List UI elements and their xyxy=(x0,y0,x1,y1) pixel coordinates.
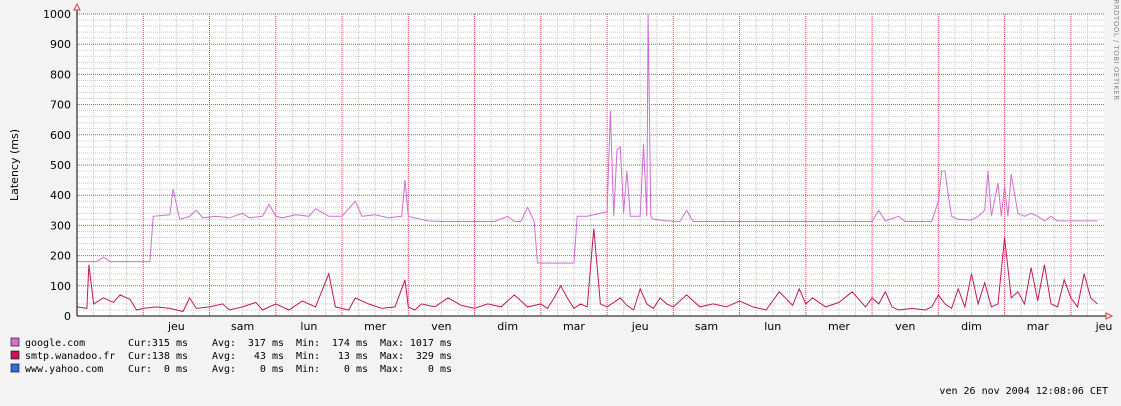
legend-stat-label: Avg: xyxy=(212,364,236,375)
legend-stat-label: Min: xyxy=(296,338,320,349)
legend-stat-label: Max: xyxy=(380,338,404,349)
rrdtool-credit: RRDTOOL / TOBI OETIKER xyxy=(1112,0,1120,101)
legend-stat-value: 13 ms xyxy=(338,351,368,362)
x-tick-label: jeu xyxy=(167,320,185,333)
x-tick-label: sam xyxy=(695,320,718,333)
x-tick-label: ven xyxy=(431,320,451,333)
y-tick-label: 300 xyxy=(50,219,71,232)
legend-stat-label: Avg: xyxy=(212,351,236,362)
legend-stat-value: 138 ms xyxy=(152,351,188,362)
legend-stat-value: 0 ms xyxy=(344,364,368,375)
legend-swatch-smtp-wanadoo-fr xyxy=(10,350,20,360)
y-axis-label: Latency (ms) xyxy=(8,129,21,201)
legend-swatch-www-yahoo-com xyxy=(10,363,20,373)
x-tick-label: sam xyxy=(231,320,254,333)
y-tick-label: 500 xyxy=(50,159,71,172)
legend-stat-value: 329 ms xyxy=(416,351,452,362)
legend-name-smtp-wanadoo-fr: smtp.wanadoo.fr xyxy=(25,351,115,362)
legend-stat-value: 315 ms xyxy=(152,338,188,349)
x-tick-label: ven xyxy=(895,320,915,333)
legend-stat-label: Max: xyxy=(380,351,404,362)
legend-stat-label: Max: xyxy=(380,364,404,375)
legend-stat-value: 174 ms xyxy=(332,338,368,349)
y-tick-label: 100 xyxy=(50,280,71,293)
x-tick-label: lun xyxy=(764,320,781,333)
x-tick-label: mar xyxy=(563,320,585,333)
latency-chart: 0 100 200 300 400 500 600 700 800 900 1000 jeu sam lu… xyxy=(0,0,1121,406)
x-tick-label: dim xyxy=(961,320,982,333)
x-tick-label: mer xyxy=(828,320,850,333)
legend-stat-value: 0 ms xyxy=(428,364,452,375)
legend-stat-value: 0 ms xyxy=(260,364,284,375)
legend-name-www-yahoo-com: www.yahoo.com xyxy=(25,364,103,375)
y-tick-label: 700 xyxy=(50,99,71,112)
legend-stat-value: 43 ms xyxy=(254,351,284,362)
legend-name-google-com: google.com xyxy=(25,338,85,349)
legend: google.com Cur: 315 ms Avg: 317 ms Min: 174 ms… xyxy=(10,337,452,375)
y-tick-label: 400 xyxy=(50,189,71,202)
latency-chart-svg: 0 100 200 300 400 500 600 700 800 900 1000 jeu sam lu… xyxy=(0,0,1121,406)
x-tick-label: mar xyxy=(1027,320,1049,333)
legend-swatch-google-com xyxy=(10,337,20,347)
y-tick-label: 1000 xyxy=(43,8,71,21)
legend-stat-label: Cur: xyxy=(128,338,152,349)
legend-stat-label: Min: xyxy=(296,364,320,375)
x-tick-label: jeu xyxy=(1095,320,1113,333)
legend-stat-label: Cur: xyxy=(128,364,152,375)
timestamp: ven 26 nov 2004 12:08:06 CET xyxy=(939,386,1108,397)
y-tick-label: 600 xyxy=(50,129,71,142)
legend-stat-label: Min: xyxy=(296,351,320,362)
y-tick-label: 200 xyxy=(50,250,71,263)
x-tick-label: lun xyxy=(300,320,317,333)
y-tick-label: 900 xyxy=(50,38,71,51)
y-tick-label: 0 xyxy=(64,310,71,323)
x-tick-label: jeu xyxy=(631,320,649,333)
legend-stat-value: 0 ms xyxy=(164,364,188,375)
legend-stat-value: 1017 ms xyxy=(410,338,452,349)
y-tick-label: 800 xyxy=(50,68,71,81)
x-tick-label: mer xyxy=(364,320,386,333)
legend-stat-value: 317 ms xyxy=(248,338,284,349)
legend-stat-label: Cur: xyxy=(128,351,152,362)
legend-stat-label: Avg: xyxy=(212,338,236,349)
x-tick-label: dim xyxy=(497,320,518,333)
